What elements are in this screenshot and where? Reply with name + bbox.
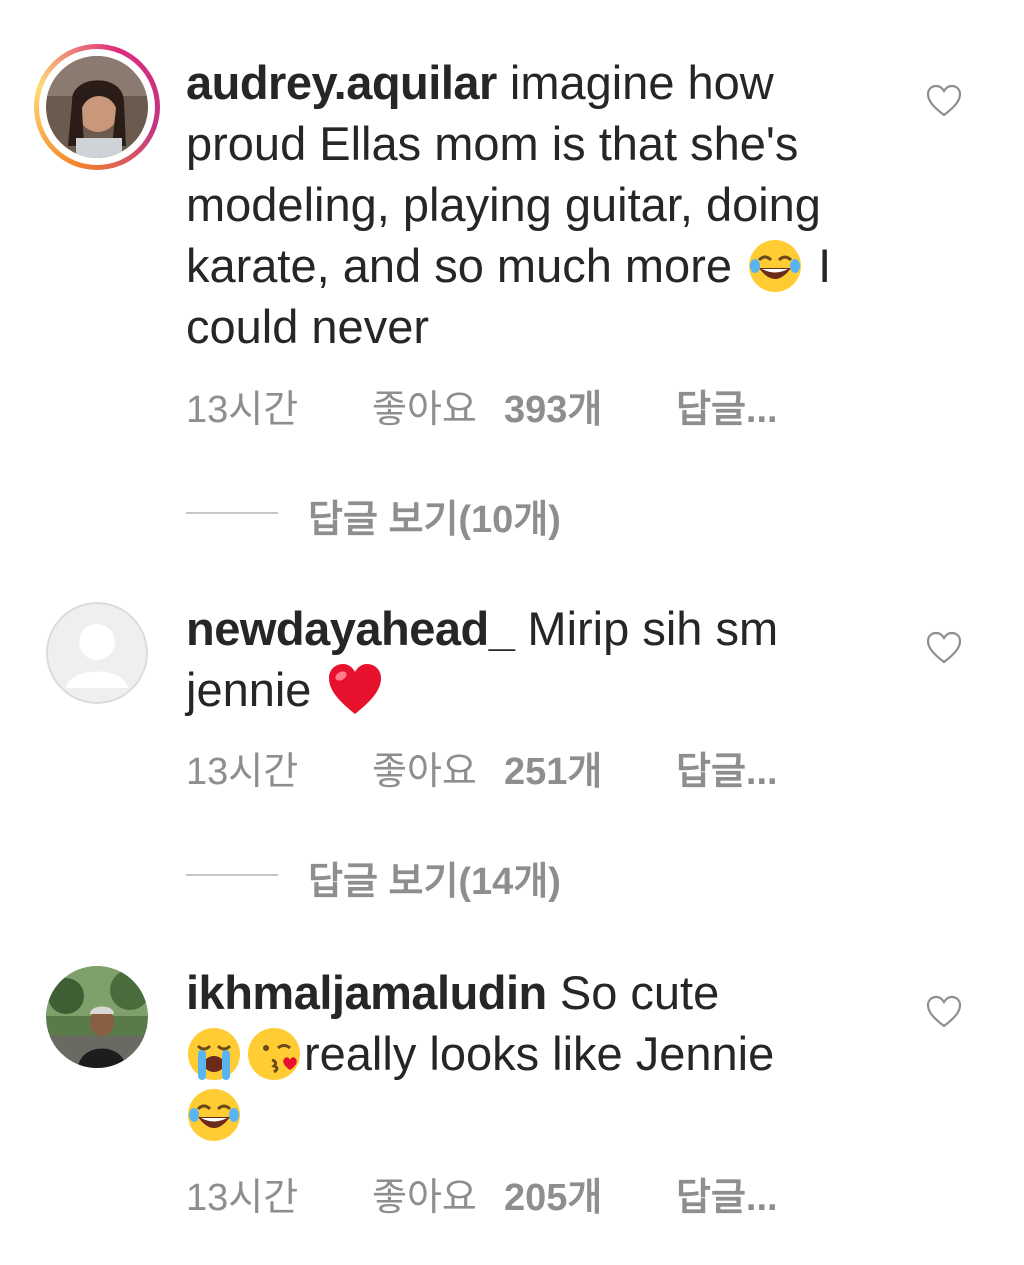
likes-label[interactable]: 좋아요 — [372, 378, 477, 433]
likes-count[interactable]: 251개 — [504, 740, 602, 795]
likes-count[interactable]: 205개 — [504, 1166, 602, 1221]
heart-outline-icon[interactable] — [926, 995, 962, 1029]
loudly-crying-emoji-icon — [188, 1028, 240, 1080]
view-replies-label[interactable]: 답글 보기(14개) — [308, 850, 561, 905]
divider-line — [186, 874, 278, 876]
avatar[interactable] — [46, 966, 148, 1068]
comment-time: 13시간 — [186, 751, 299, 793]
comment-text: audrey.aquilar imagine how proud Ellas m… — [186, 52, 906, 357]
comment-time: 13시간 — [186, 389, 299, 431]
view-replies-label[interactable]: 답글 보기(10개) — [308, 488, 561, 543]
avatar-story-ring[interactable] — [34, 44, 160, 170]
view-replies-button[interactable]: 답글 보기(10개) — [186, 488, 786, 541]
view-replies-button[interactable]: 답글 보기(14개) — [186, 850, 786, 903]
comment-username[interactable]: newdayahead_ — [186, 602, 515, 655]
comment-meta: 13시간 좋아요 251개 답글... — [186, 740, 886, 793]
likes-label[interactable]: 좋아요 — [372, 740, 477, 795]
red-heart-emoji-icon — [328, 664, 381, 714]
avatar — [46, 56, 148, 158]
reply-button[interactable]: 답글... — [676, 740, 778, 795]
joy-emoji-icon — [188, 1089, 240, 1141]
divider-line — [186, 512, 278, 514]
joy-emoji-icon — [749, 240, 802, 292]
comment-text: ikhmaljamaludin So cute really looks lik… — [186, 962, 906, 1145]
comment-meta: 13시간 좋아요 205개 답글... — [186, 1166, 886, 1219]
comment-text: newdayahead_ Mirip sih sm jennie — [186, 598, 906, 720]
kissing-heart-emoji-icon — [248, 1028, 300, 1080]
reply-button[interactable]: 답글... — [676, 1166, 778, 1221]
comment-username[interactable]: ikhmaljamaludin — [186, 966, 547, 1019]
heart-outline-icon[interactable] — [926, 631, 962, 665]
comment-username[interactable]: audrey.aquilar — [186, 56, 497, 109]
comment-body: So cute — [546, 966, 720, 1019]
likes-label[interactable]: 좋아요 — [372, 1166, 477, 1221]
comment-body-end: really looks like Jennie — [304, 1027, 775, 1080]
avatar-placeholder[interactable] — [46, 602, 148, 704]
heart-outline-icon[interactable] — [926, 84, 962, 118]
comment-meta: 13시간 좋아요 393개 답글... — [186, 378, 886, 431]
comment-time: 13시간 — [186, 1177, 299, 1219]
likes-count[interactable]: 393개 — [504, 378, 602, 433]
reply-button[interactable]: 답글... — [676, 378, 778, 433]
